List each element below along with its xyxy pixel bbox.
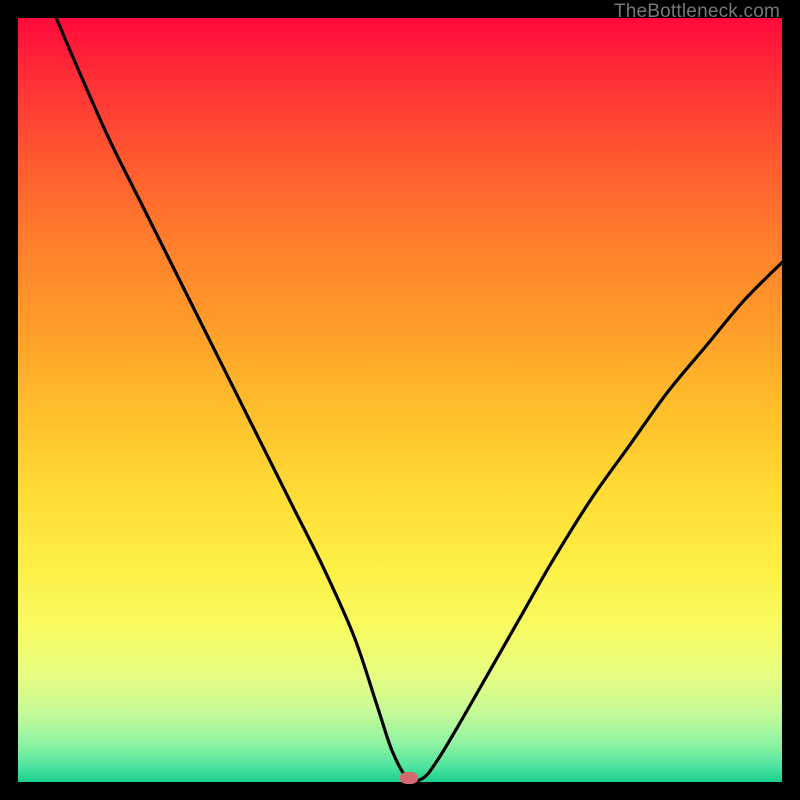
optimal-point-marker <box>400 772 418 784</box>
bottleneck-curve <box>18 18 782 782</box>
plot-area <box>18 18 782 782</box>
chart-frame: TheBottleneck.com <box>0 0 800 800</box>
